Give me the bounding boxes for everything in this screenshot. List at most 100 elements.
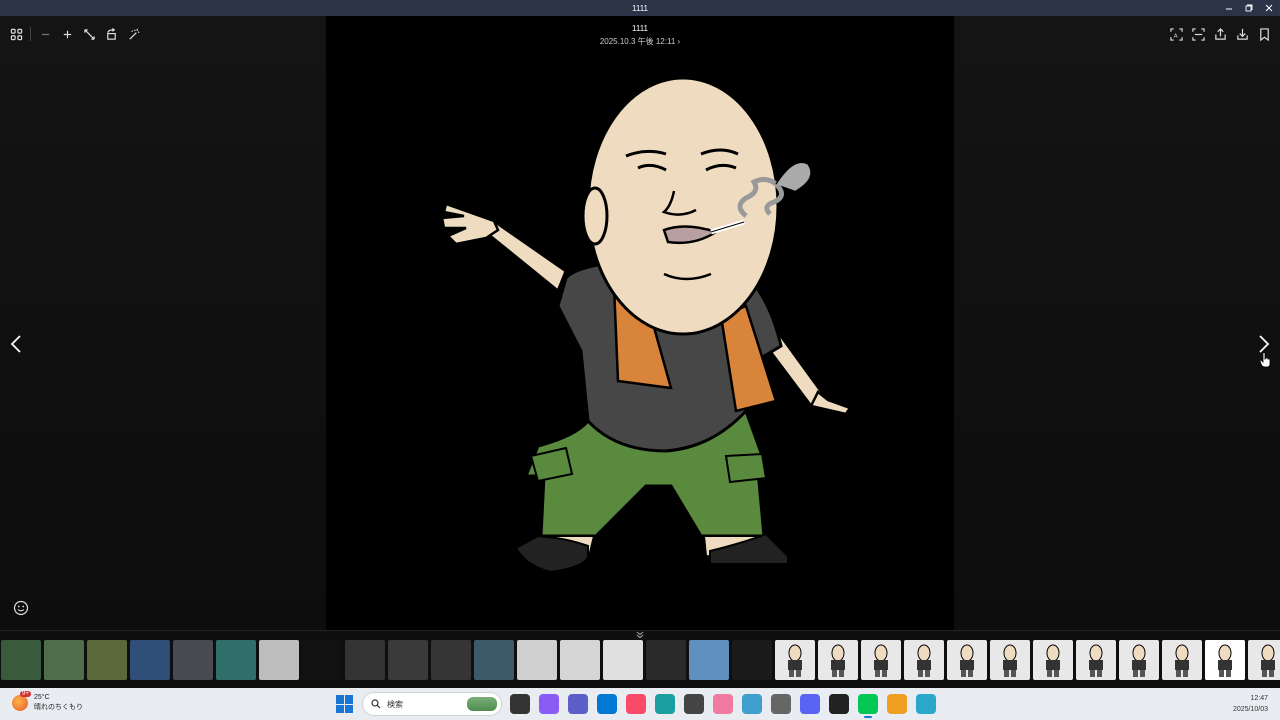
weather-temperature: 25°C <box>34 694 50 701</box>
thumbnail-figure <box>1218 644 1232 677</box>
filmstrip-thumbnail[interactable] <box>775 640 815 680</box>
search-icon <box>371 699 381 709</box>
filmstrip-thumbnail[interactable] <box>560 640 600 680</box>
filmstrip-thumbnail[interactable] <box>173 640 213 680</box>
filmstrip-thumbnail[interactable] <box>1 640 41 680</box>
teams-icon[interactable] <box>568 694 588 714</box>
thumbnail-figure <box>1261 644 1275 677</box>
filmstrip-thumbnail[interactable] <box>646 640 686 680</box>
feather-app-icon[interactable] <box>742 694 762 714</box>
filmstrip-thumbnail[interactable] <box>87 640 127 680</box>
line-icon[interactable] <box>858 694 878 718</box>
filmstrip-thumbnail[interactable] <box>302 640 342 680</box>
file-explorer-icon[interactable] <box>510 694 530 714</box>
search-highlight-image <box>467 697 497 711</box>
photo-info: 1111 2025.10.3 午後 12:11 › <box>0 24 1280 47</box>
filmstrip-thumbnail[interactable] <box>603 640 643 680</box>
windows-logo-tile <box>336 704 344 713</box>
weather-widget[interactable]: 9+ 25°C 晴れのちくもり <box>12 691 83 713</box>
right-backdrop <box>954 16 1280 630</box>
taskbar-search[interactable]: 検索 <box>362 692 502 716</box>
filmstrip-thumbnail[interactable] <box>1076 640 1116 680</box>
minimize-button[interactable] <box>1224 3 1234 13</box>
filmstrip-thumbnail[interactable] <box>1033 640 1073 680</box>
system-clock[interactable]: 12:47 2025/10/03 <box>1233 693 1268 715</box>
thumbnail-figure <box>874 644 888 677</box>
filmstrip-thumbnail[interactable] <box>345 640 385 680</box>
filmstrip-thumbnail[interactable] <box>689 640 729 680</box>
window-title: 1111 <box>631 3 648 13</box>
recorder-icon[interactable] <box>684 694 704 714</box>
photo-viewer-window: 1111 A 1111 2025.10.3 午後 12:11 › 9+ 25°C… <box>0 0 1280 720</box>
filmstrip-thumbnail[interactable] <box>44 640 84 680</box>
filmstrip-thumbnail[interactable] <box>517 640 557 680</box>
taskbar: 9+ 25°C 晴れのちくもり 検索 12:47 2025/10/03 <box>0 688 1280 720</box>
photo-date-link[interactable]: 2025.10.3 午後 12:11 › <box>0 36 1280 47</box>
pinned-apps <box>510 694 936 718</box>
minimize-icon <box>1226 8 1232 10</box>
notification-badge: 9+ <box>20 691 31 697</box>
close-button[interactable] <box>1264 3 1274 13</box>
face-detect-icon[interactable] <box>13 600 29 616</box>
caricature-illustration <box>440 76 852 574</box>
clock-time: 12:47 <box>1250 695 1268 702</box>
coin-icon[interactable] <box>887 694 907 714</box>
search-placeholder: 検索 <box>387 699 403 709</box>
filmstrip-thumbnail[interactable] <box>990 640 1030 680</box>
volume-icon[interactable] <box>771 694 791 714</box>
left-backdrop <box>0 16 326 630</box>
clock-date: 2025/10/03 <box>1232 706 1268 713</box>
restore-icon <box>1245 4 1253 12</box>
weather-text: 25°C 晴れのちくもり <box>34 693 83 713</box>
filmstrip-thumbnail[interactable] <box>861 640 901 680</box>
filmstrip-thumbnail[interactable] <box>1248 640 1280 680</box>
thumbnail-list <box>0 640 1280 680</box>
close-icon <box>1265 4 1273 12</box>
edge-icon[interactable] <box>655 694 675 714</box>
taskbar-apps: 検索 <box>336 692 936 718</box>
filmstrip-thumbnail[interactable] <box>904 640 944 680</box>
filmstrip <box>0 630 1280 688</box>
viewer-area: A 1111 2025.10.3 午後 12:11 › <box>0 16 1280 630</box>
store-icon[interactable] <box>597 694 617 714</box>
cat-app-icon[interactable] <box>713 694 733 714</box>
filmstrip-thumbnail[interactable] <box>259 640 299 680</box>
filmstrip-thumbnail[interactable] <box>818 640 858 680</box>
chevron-double-down-icon[interactable] <box>634 631 646 639</box>
thumbnail-figure <box>1132 644 1146 677</box>
previous-photo-button[interactable] <box>6 332 26 356</box>
windows-logo-tile <box>336 695 344 704</box>
weather-description: 晴れのちくもり <box>34 704 83 711</box>
filmstrip-thumbnail[interactable] <box>732 640 772 680</box>
windows-logo-tile <box>345 695 353 704</box>
music-icon[interactable] <box>626 694 646 714</box>
weather-sun-icon: 9+ <box>12 691 31 711</box>
restore-button[interactable] <box>1244 3 1254 13</box>
filmstrip-thumbnail[interactable] <box>1205 640 1245 680</box>
thumbnail-figure <box>788 644 802 677</box>
filmstrip-thumbnail[interactable] <box>130 640 170 680</box>
filmstrip-thumbnail[interactable] <box>388 640 428 680</box>
thumbnail-figure <box>1046 644 1060 677</box>
thumbnail-figure <box>1175 644 1189 677</box>
filmstrip-thumbnail[interactable] <box>216 640 256 680</box>
thumbnail-figure <box>1089 644 1103 677</box>
main-photo[interactable] <box>326 16 954 630</box>
thumbnail-figure <box>917 644 931 677</box>
discord-icon[interactable] <box>800 694 820 714</box>
start-button[interactable] <box>336 695 354 713</box>
chevron-left-icon <box>10 335 21 353</box>
thumbnail-figure <box>831 644 845 677</box>
network-icon[interactable] <box>829 694 849 714</box>
thumbnail-figure <box>1003 644 1017 677</box>
window-controls <box>1224 0 1274 16</box>
filmstrip-thumbnail[interactable] <box>1162 640 1202 680</box>
filmstrip-thumbnail[interactable] <box>431 640 471 680</box>
filmstrip-thumbnail[interactable] <box>474 640 514 680</box>
hand-cursor-icon <box>1259 352 1271 368</box>
title-bar: 1111 <box>0 0 1280 16</box>
filmstrip-thumbnail[interactable] <box>1119 640 1159 680</box>
filmstrip-thumbnail[interactable] <box>947 640 987 680</box>
copilot-icon[interactable] <box>539 694 559 714</box>
notepad-icon[interactable] <box>916 694 936 714</box>
